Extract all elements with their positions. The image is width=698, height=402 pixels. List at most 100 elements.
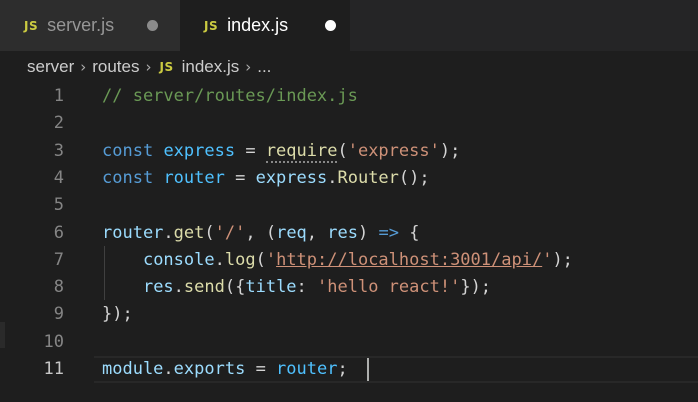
code-line[interactable]: 3 const express = require('express'); xyxy=(0,138,698,165)
line-number: 6 xyxy=(53,223,64,243)
code-token: . xyxy=(214,250,225,270)
code-token: log xyxy=(224,250,256,270)
code-token: Router xyxy=(337,168,399,188)
code-token: router xyxy=(163,168,225,188)
code-token: ( xyxy=(337,141,348,161)
code-token: = xyxy=(224,168,256,188)
code-text: }); xyxy=(102,301,133,328)
code-token: : xyxy=(296,277,318,297)
code-token: (); xyxy=(398,168,430,188)
line-number: 1 xyxy=(53,86,64,106)
code-token: }); xyxy=(460,277,492,297)
code-line[interactable]: 8 res.send({title: 'hello react!'}); xyxy=(0,274,698,301)
code-token: . xyxy=(163,359,174,379)
code-token: get xyxy=(173,223,205,243)
code-token: . xyxy=(173,277,184,297)
code-token: require xyxy=(265,141,338,163)
breadcrumb-item-file[interactable]: index.js xyxy=(182,57,240,77)
code-token: , ( xyxy=(245,223,277,243)
code-token: ({ xyxy=(224,277,246,297)
dirty-dot-icon[interactable] xyxy=(325,20,336,31)
line-number: 7 xyxy=(53,250,64,270)
code-token: console xyxy=(142,250,215,270)
code-text: const router = express.Router(); xyxy=(102,165,430,192)
line-number: 2 xyxy=(53,113,64,133)
code-token: const xyxy=(102,168,154,188)
line-number: 11 xyxy=(43,359,64,379)
breadcrumb-item-routes[interactable]: routes xyxy=(92,57,139,77)
line-number: 4 xyxy=(53,168,64,188)
code-line[interactable]: 2 xyxy=(0,110,698,137)
code-token: res xyxy=(327,223,358,243)
tab-bar: JS server.js JS index.js xyxy=(0,0,698,51)
code-token: express xyxy=(255,168,328,188)
code-line[interactable]: 1 // server/routes/index.js xyxy=(0,83,698,110)
code-token: => xyxy=(378,223,399,243)
code-token: 'express' xyxy=(347,141,440,161)
line-number: 8 xyxy=(53,277,64,297)
code-token: = xyxy=(245,359,277,379)
js-file-icon: JS xyxy=(159,60,174,74)
code-editor: JS server.js JS index.js server › routes… xyxy=(0,0,698,402)
tab-server-js[interactable]: JS server.js xyxy=(0,0,180,51)
code-text: const express = require('express'); xyxy=(102,138,460,165)
code-token: exports xyxy=(173,359,246,379)
code-token: res xyxy=(142,277,174,297)
text-cursor xyxy=(367,357,369,381)
code-token: , xyxy=(306,223,328,243)
code-token: http://localhost:3001/api/ xyxy=(276,250,543,270)
code-token: }); xyxy=(102,304,133,324)
breadcrumb-item-symbols[interactable]: ... xyxy=(257,57,271,77)
code-text: module.exports = router; xyxy=(102,356,348,383)
tab-label: index.js xyxy=(227,15,289,35)
code-token: . xyxy=(327,168,338,188)
code-text: // server/routes/index.js xyxy=(102,83,358,110)
code-token: title xyxy=(245,277,297,297)
chevron-right-icon: › xyxy=(245,58,252,76)
line-number: 10 xyxy=(43,332,64,352)
dirty-dot-icon[interactable] xyxy=(147,20,158,31)
code-text: res.send({title: 'hello react!'}); xyxy=(102,274,491,301)
code-line[interactable]: 7 console.log('http://localhost:3001/api… xyxy=(0,247,698,274)
code-token: { xyxy=(398,223,420,243)
code-token: '/' xyxy=(214,223,246,243)
code-token: ; xyxy=(337,359,348,379)
code-text: router.get('/', (req, res) => { xyxy=(102,220,419,247)
breadcrumb: server › routes › JS index.js › ... xyxy=(0,51,698,83)
code-line[interactable]: 6 router.get('/', (req, res) => { xyxy=(0,220,698,247)
code-text: console.log('http://localhost:3001/api/'… xyxy=(102,247,573,274)
code-token: ( xyxy=(204,223,215,243)
code-token: const xyxy=(102,141,154,161)
code-token: req xyxy=(276,223,307,243)
line-number: 9 xyxy=(53,304,64,324)
chevron-right-icon: › xyxy=(80,58,87,76)
code-token: router xyxy=(102,223,164,243)
code-token: ( xyxy=(255,250,266,270)
line-number: 3 xyxy=(53,141,64,161)
code-token: express xyxy=(163,141,236,161)
tab-label: server.js xyxy=(47,15,115,35)
code-line[interactable]: 5 xyxy=(0,192,698,219)
code-token: ' xyxy=(265,250,277,270)
code-token: ); xyxy=(439,141,461,161)
code-token: ' xyxy=(542,250,553,270)
js-file-icon: JS xyxy=(204,18,219,33)
chevron-right-icon: › xyxy=(145,58,152,76)
tab-index-js[interactable]: JS index.js xyxy=(180,0,350,51)
code-line[interactable]: 11 module.exports = router; xyxy=(0,356,698,383)
line-number: 5 xyxy=(53,195,64,215)
code-line[interactable]: 10 xyxy=(0,329,698,356)
breadcrumb-item-server[interactable]: server xyxy=(27,57,74,77)
js-file-icon: JS xyxy=(24,18,39,33)
code-token: 'hello react!' xyxy=(317,277,461,297)
code-token: ); xyxy=(552,250,573,270)
code-token: router xyxy=(276,359,338,379)
code-area[interactable]: 1 // server/routes/index.js 2 3 const expres… xyxy=(0,83,698,402)
code-token: // server/routes/index.js xyxy=(102,86,358,106)
code-line[interactable]: 4 const router = express.Router(); xyxy=(0,165,698,192)
code-line[interactable]: 9}); xyxy=(0,301,698,328)
